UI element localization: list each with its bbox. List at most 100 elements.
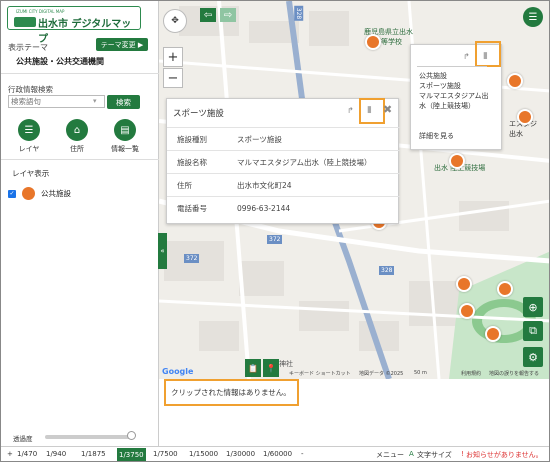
route-label: 372 bbox=[267, 235, 283, 244]
scale-option[interactable]: 1/470 bbox=[17, 450, 37, 458]
facility-icon bbox=[22, 187, 35, 200]
settings-gear-icon[interactable]: ⚙ bbox=[523, 347, 543, 367]
zoom-plus-icon[interactable]: + bbox=[7, 450, 13, 458]
zoom-in-button[interactable]: + bbox=[163, 47, 183, 67]
route-label: 328 bbox=[379, 266, 395, 275]
popup-row: 施設種別 スポーツ施設 bbox=[167, 127, 400, 150]
tooltip-line: スポーツ施設 bbox=[419, 82, 461, 90]
pin-toggle-icon[interactable]: 📍 bbox=[263, 359, 279, 377]
close-icon[interactable]: ✖ bbox=[383, 103, 392, 116]
sidebar: IZUMI CITY DIGITAL MAP 出水市 デジタルマップ 表示テーマ… bbox=[1, 1, 159, 446]
list-icon: ☰ bbox=[18, 119, 40, 141]
table-icon: ▤ bbox=[114, 119, 136, 141]
popup-title: スポーツ施設 bbox=[173, 109, 224, 119]
google-logo: Google bbox=[162, 367, 194, 376]
checkbox-checked-icon[interactable]: ✓ bbox=[8, 189, 16, 198]
scale-option[interactable]: 1/7500 bbox=[153, 450, 178, 458]
clip-toggle-icon[interactable]: 📋 bbox=[245, 359, 261, 377]
zoom-out-button[interactable]: − bbox=[163, 68, 183, 88]
scale-option-active[interactable]: 1/3750 bbox=[117, 448, 146, 461]
scale-option[interactable]: 1/15000 bbox=[189, 450, 218, 458]
facility-marker[interactable] bbox=[459, 303, 475, 321]
clip-highlight bbox=[475, 41, 501, 67]
popup-value: 出水市文化町24 bbox=[237, 180, 292, 190]
popup-key: 電話番号 bbox=[177, 203, 207, 213]
menu-icon[interactable]: ☰ bbox=[523, 7, 543, 27]
alert-icon: ! bbox=[461, 450, 464, 458]
theme-label: 表示テーマ bbox=[8, 43, 48, 52]
scale-option[interactable]: 1/30000 bbox=[226, 450, 255, 458]
map-credit-report[interactable]: 地図の誤りを報告する bbox=[489, 370, 539, 377]
divider bbox=[417, 66, 487, 67]
place-label: 出水 bbox=[509, 130, 523, 138]
map-credit-terms[interactable]: 利用規約 bbox=[461, 370, 481, 377]
share-icon[interactable]: ↱ bbox=[463, 52, 470, 61]
facility-marker[interactable] bbox=[497, 281, 513, 299]
place-label-shrine: 神社 bbox=[279, 360, 293, 368]
text-size-link[interactable]: 文字サイズ bbox=[417, 450, 452, 460]
scale-option[interactable]: 1/60000 bbox=[263, 450, 292, 458]
detail-link[interactable]: 詳細を見る bbox=[419, 131, 454, 141]
notice-text[interactable]: お知らせがありません。 bbox=[466, 450, 543, 460]
facility-marker[interactable] bbox=[507, 73, 523, 91]
map-credit-data: 地図データ ©2025 bbox=[359, 371, 404, 377]
tool-layer-button[interactable]: ☰ レイヤ bbox=[9, 119, 49, 154]
layer-label: 公共施設 bbox=[41, 189, 71, 198]
route-label: 372 bbox=[184, 254, 200, 263]
share-icon[interactable]: ↱ bbox=[347, 106, 354, 115]
collapse-panel-button[interactable]: « bbox=[158, 233, 167, 269]
search-button[interactable]: 検索 bbox=[107, 95, 140, 109]
route-label: 328 bbox=[294, 5, 304, 22]
zoom-minus-icon[interactable]: - bbox=[301, 450, 304, 458]
opacity-slider[interactable] bbox=[45, 435, 133, 439]
search-label: 行政情報検索 bbox=[8, 85, 53, 94]
compass-icon[interactable]: ✥ bbox=[163, 9, 187, 33]
clip-icon[interactable]: ▮ bbox=[367, 105, 372, 115]
facility-marker[interactable] bbox=[485, 326, 501, 344]
map-credit-shortcut[interactable]: キーボード ショートカット bbox=[289, 370, 351, 377]
scale-option[interactable]: 1/940 bbox=[46, 450, 66, 458]
tool-label: 住所 bbox=[70, 145, 84, 153]
forward-arrow-icon[interactable]: ⇨ bbox=[220, 8, 236, 22]
popup-row: 電話番号 0996-63-2144 bbox=[167, 196, 400, 219]
facility-marker[interactable] bbox=[365, 34, 381, 52]
theme-change-button[interactable]: テーマ変更 ▶ bbox=[96, 38, 148, 51]
facility-popup: スポーツ施設 ↱ ▮ ✖ 施設種別 スポーツ施設 施設名称 マルマエスタジアム出… bbox=[166, 98, 400, 224]
tool-info-list-button[interactable]: ▤ 情報一覧 bbox=[105, 119, 145, 154]
marker-tooltip: ↱ ▮ 公共施設 スポーツ施設 マルマエスタジアム出 水（陸上競技場） 詳細を見… bbox=[410, 41, 502, 150]
tooltip-line: マルマエスタジアム出 bbox=[419, 92, 489, 100]
locate-icon[interactable]: ⊕ bbox=[523, 297, 543, 317]
clip-message: クリップされた情報はありません。 bbox=[164, 379, 299, 406]
clip-highlight bbox=[359, 98, 385, 124]
opacity-slider-handle[interactable] bbox=[127, 431, 136, 440]
layers-copy-icon[interactable]: ⧉ bbox=[523, 321, 543, 341]
home-icon: ⌂ bbox=[66, 119, 88, 141]
tool-label: 情報一覧 bbox=[111, 145, 139, 153]
app-frame: 328 328 328 372 372 鹿児島県立出水 高等学校 出水 陸上競技… bbox=[0, 0, 550, 462]
map-scale: 50 m bbox=[414, 370, 427, 376]
tooltip-line: 公共施設 bbox=[419, 72, 447, 80]
logo-subtitle: IZUMI CITY DIGITAL MAP bbox=[16, 9, 65, 14]
dropdown-icon[interactable]: ▾ bbox=[93, 97, 103, 107]
back-arrow-icon[interactable]: ⇦ bbox=[200, 8, 216, 22]
facility-marker[interactable] bbox=[456, 276, 472, 294]
popup-key: 施設種別 bbox=[177, 134, 207, 144]
scale-option[interactable]: 1/1875 bbox=[81, 450, 106, 458]
facility-marker[interactable] bbox=[517, 109, 533, 127]
popup-value: スポーツ施設 bbox=[237, 134, 282, 144]
menu-link[interactable]: メニュー bbox=[376, 450, 404, 460]
popup-key: 住所 bbox=[177, 180, 192, 190]
popup-row: 施設名称 マルマエスタジアム出水（陸上競技場） bbox=[167, 150, 400, 173]
layer-item-public-facilities[interactable]: ✓ 公共施設 bbox=[8, 187, 71, 200]
tooltip-line: 水（陸上競技場） bbox=[419, 102, 475, 110]
logo-badge bbox=[14, 17, 36, 27]
text-size-icon: A bbox=[409, 450, 414, 458]
tool-address-button[interactable]: ⌂ 住所 bbox=[57, 119, 97, 154]
opacity-label: 透過度 bbox=[13, 435, 33, 443]
app-logo[interactable]: IZUMI CITY DIGITAL MAP 出水市 デジタルマップ bbox=[7, 6, 141, 45]
divider bbox=[1, 159, 159, 160]
search-input[interactable] bbox=[8, 95, 105, 108]
selected-facility-marker[interactable] bbox=[449, 153, 465, 171]
popup-key: 施設名称 bbox=[177, 157, 207, 167]
clip-icon[interactable]: ▮ bbox=[483, 51, 488, 61]
